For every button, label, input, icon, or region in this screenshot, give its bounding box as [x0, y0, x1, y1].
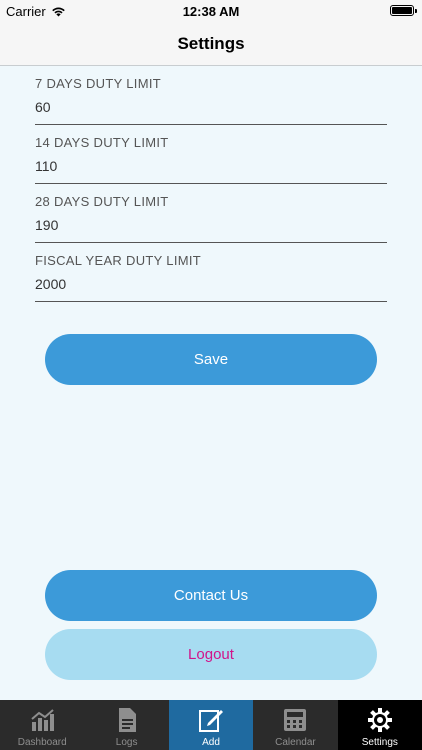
field-label: 14 DAYS DUTY LIMIT [35, 135, 169, 150]
field-label: 7 DAYS DUTY LIMIT [35, 76, 161, 91]
calculator-icon [284, 709, 307, 731]
field-input[interactable]: 190 [35, 217, 387, 233]
contact-us-button[interactable]: Contact Us [45, 570, 377, 621]
field-input[interactable]: 2000 [35, 276, 387, 292]
field-7-days[interactable]: 7 DAYS DUTY LIMIT 60 [35, 66, 387, 125]
tab-label: Logs [115, 737, 138, 748]
field-label: 28 DAYS DUTY LIMIT [35, 194, 169, 209]
field-input[interactable]: 110 [35, 158, 387, 174]
bar-chart-icon [31, 709, 55, 731]
battery-icon [390, 5, 417, 16]
tab-label: Add [202, 737, 220, 748]
tab-logs[interactable]: Logs [84, 700, 168, 750]
page-title: Settings [177, 33, 245, 53]
field-fiscal-year[interactable]: FISCAL YEAR DUTY LIMIT 2000 [35, 243, 387, 302]
status-time: 12:38 AM [182, 4, 240, 19]
edit-icon [199, 710, 224, 732]
tab-settings[interactable]: Settings [337, 700, 422, 750]
tab-label: Dashboard [17, 737, 67, 748]
status-bar: Carrier 12:38 AM [0, 0, 422, 22]
tab-bar: Dashboard Logs Add Calendar Settings [0, 700, 422, 750]
field-label: FISCAL YEAR DUTY LIMIT [35, 253, 202, 268]
tab-label: Calendar [275, 737, 316, 748]
document-icon [118, 708, 136, 732]
save-button[interactable]: Save [45, 334, 377, 385]
tab-add[interactable]: Add [168, 700, 254, 750]
field-14-days[interactable]: 14 DAYS DUTY LIMIT 110 [35, 125, 387, 184]
duty-limits-form: 7 DAYS DUTY LIMIT 60 14 DAYS DUTY LIMIT … [35, 66, 387, 302]
tab-calendar[interactable]: Calendar [253, 700, 337, 750]
gear-icon [367, 708, 392, 732]
tab-dashboard[interactable]: Dashboard [0, 700, 84, 750]
field-28-days[interactable]: 28 DAYS DUTY LIMIT 190 [35, 184, 387, 243]
tab-label: Settings [361, 737, 398, 748]
logout-button[interactable]: Logout [45, 629, 377, 680]
field-input[interactable]: 60 [35, 99, 387, 115]
navigation-bar: Settings [0, 22, 422, 66]
